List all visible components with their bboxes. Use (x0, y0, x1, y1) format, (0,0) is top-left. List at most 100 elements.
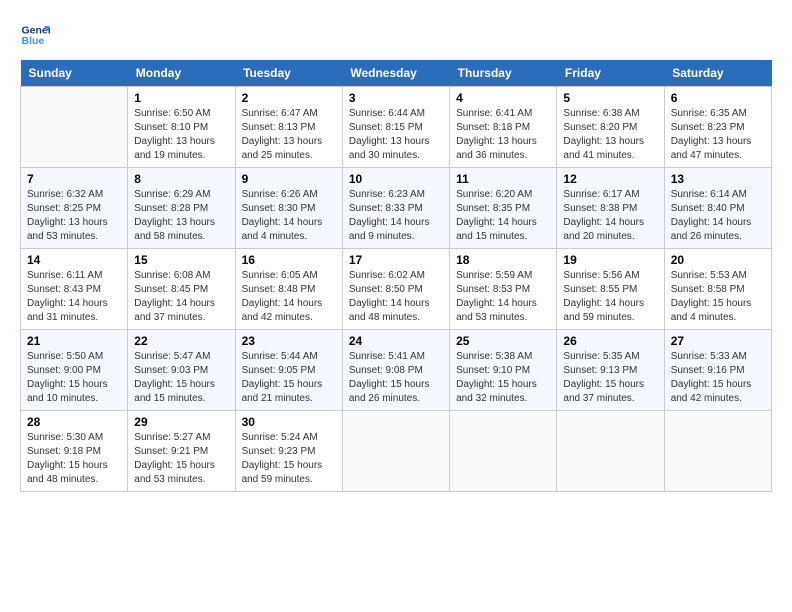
calendar-cell: 14 Sunrise: 6:11 AM Sunset: 8:43 PM Dayli… (21, 249, 128, 330)
day-number: 25 (456, 334, 550, 348)
day-number: 19 (563, 253, 657, 267)
calendar-cell: 15 Sunrise: 6:08 AM Sunset: 8:45 PM Dayli… (128, 249, 235, 330)
calendar-cell: 25 Sunrise: 5:38 AM Sunset: 9:10 PM Dayli… (450, 330, 557, 411)
day-info: Sunrise: 6:44 AM Sunset: 8:15 PM Dayligh… (349, 107, 443, 163)
day-number: 5 (563, 91, 657, 105)
calendar-cell: 28 Sunrise: 5:30 AM Sunset: 9:18 PM Dayli… (21, 411, 128, 492)
day-header-monday: Monday (128, 60, 235, 87)
day-header-tuesday: Tuesday (235, 60, 342, 87)
day-info: Sunrise: 5:33 AM Sunset: 9:16 PM Dayligh… (671, 350, 765, 406)
day-info: Sunrise: 5:35 AM Sunset: 9:13 PM Dayligh… (563, 350, 657, 406)
calendar-cell: 13 Sunrise: 6:14 AM Sunset: 8:40 PM Dayli… (664, 168, 771, 249)
calendar-cell: 21Sunrise: 5:50 AM Sunset: 9:00 PM Dayli… (21, 330, 128, 411)
day-header-sunday: Sunday (21, 60, 128, 87)
calendar-cell: 1 Sunrise: 6:50 AM Sunset: 8:10 PM Daylig… (128, 87, 235, 168)
day-info: Sunrise: 6:23 AM Sunset: 8:33 PM Dayligh… (349, 188, 443, 244)
day-info: Sunrise: 6:29 AM Sunset: 8:28 PM Dayligh… (134, 188, 228, 244)
day-number: 10 (349, 172, 443, 186)
day-number: 26 (563, 334, 657, 348)
calendar-cell (342, 411, 449, 492)
day-number: 1 (134, 91, 228, 105)
day-info: Sunrise: 5:59 AM Sunset: 8:53 PM Dayligh… (456, 269, 550, 325)
day-number: 9 (242, 172, 336, 186)
day-info: Sunrise: 6:35 AM Sunset: 8:23 PM Dayligh… (671, 107, 765, 163)
day-number: 18 (456, 253, 550, 267)
day-number: 15 (134, 253, 228, 267)
calendar-cell (21, 87, 128, 168)
day-number: 8 (134, 172, 228, 186)
calendar-cell: 30 Sunrise: 5:24 AM Sunset: 9:23 PM Dayli… (235, 411, 342, 492)
calendar-cell: 12 Sunrise: 6:17 AM Sunset: 8:38 PM Dayli… (557, 168, 664, 249)
calendar-cell: 4 Sunrise: 6:41 AM Sunset: 8:18 PM Daylig… (450, 87, 557, 168)
day-info: Sunrise: 5:27 AM Sunset: 9:21 PM Dayligh… (134, 431, 228, 487)
day-info: Sunrise: 6:02 AM Sunset: 8:50 PM Dayligh… (349, 269, 443, 325)
day-number: 24 (349, 334, 443, 348)
week-row-0: 1 Sunrise: 6:50 AM Sunset: 8:10 PM Daylig… (21, 87, 772, 168)
day-number: 30 (242, 415, 336, 429)
day-header-friday: Friday (557, 60, 664, 87)
calendar-cell: 23 Sunrise: 5:44 AM Sunset: 9:05 PM Dayli… (235, 330, 342, 411)
day-info: Sunrise: 6:47 AM Sunset: 8:13 PM Dayligh… (242, 107, 336, 163)
day-info: Sunrise: 6:14 AM Sunset: 8:40 PM Dayligh… (671, 188, 765, 244)
day-info: Sunrise: 6:11 AM Sunset: 8:43 PM Dayligh… (27, 269, 121, 325)
calendar-cell (450, 411, 557, 492)
calendar-cell: 2 Sunrise: 6:47 AM Sunset: 8:13 PM Daylig… (235, 87, 342, 168)
week-row-4: 28 Sunrise: 5:30 AM Sunset: 9:18 PM Dayli… (21, 411, 772, 492)
calendar-cell: 18 Sunrise: 5:59 AM Sunset: 8:53 PM Dayli… (450, 249, 557, 330)
week-row-3: 21Sunrise: 5:50 AM Sunset: 9:00 PM Dayli… (21, 330, 772, 411)
day-info: Sunrise: 5:47 AM Sunset: 9:03 PM Dayligh… (134, 350, 228, 406)
day-info: Sunrise: 5:50 AM Sunset: 9:00 PM Dayligh… (27, 350, 121, 406)
day-info: Sunrise: 5:30 AM Sunset: 9:18 PM Dayligh… (27, 431, 121, 487)
calendar-cell: 20 Sunrise: 5:53 AM Sunset: 8:58 PM Dayli… (664, 249, 771, 330)
svg-text:Blue: Blue (22, 35, 45, 47)
calendar-cell: 9Sunrise: 6:26 AM Sunset: 8:30 PM Daylig… (235, 168, 342, 249)
calendar-cell: 29 Sunrise: 5:27 AM Sunset: 9:21 PM Dayli… (128, 411, 235, 492)
day-number: 4 (456, 91, 550, 105)
logo: General Blue (20, 20, 54, 50)
day-number: 29 (134, 415, 228, 429)
day-number: 3 (349, 91, 443, 105)
day-info: Sunrise: 5:56 AM Sunset: 8:55 PM Dayligh… (563, 269, 657, 325)
day-number: 13 (671, 172, 765, 186)
day-number: 14 (27, 253, 121, 267)
header-row: SundayMondayTuesdayWednesdayThursdayFrid… (21, 60, 772, 87)
day-info: Sunrise: 5:24 AM Sunset: 9:23 PM Dayligh… (242, 431, 336, 487)
day-number: 6 (671, 91, 765, 105)
day-info: Sunrise: 6:08 AM Sunset: 8:45 PM Dayligh… (134, 269, 228, 325)
day-number: 12 (563, 172, 657, 186)
day-number: 20 (671, 253, 765, 267)
calendar-cell: 24Sunrise: 5:41 AM Sunset: 9:08 PM Dayli… (342, 330, 449, 411)
day-number: 17 (349, 253, 443, 267)
calendar-cell: 22 Sunrise: 5:47 AM Sunset: 9:03 PM Dayli… (128, 330, 235, 411)
day-info: Sunrise: 5:53 AM Sunset: 8:58 PM Dayligh… (671, 269, 765, 325)
day-info: Sunrise: 6:32 AM Sunset: 8:25 PM Dayligh… (27, 188, 121, 244)
calendar-cell: 19 Sunrise: 5:56 AM Sunset: 8:55 PM Dayli… (557, 249, 664, 330)
day-info: Sunrise: 6:38 AM Sunset: 8:20 PM Dayligh… (563, 107, 657, 163)
day-info: Sunrise: 6:05 AM Sunset: 8:48 PM Dayligh… (242, 269, 336, 325)
day-info: Sunrise: 5:38 AM Sunset: 9:10 PM Dayligh… (456, 350, 550, 406)
calendar-cell: 27 Sunrise: 5:33 AM Sunset: 9:16 PM Dayli… (664, 330, 771, 411)
calendar-cell: 5 Sunrise: 6:38 AM Sunset: 8:20 PM Daylig… (557, 87, 664, 168)
calendar-cell: 3 Sunrise: 6:44 AM Sunset: 8:15 PM Daylig… (342, 87, 449, 168)
day-number: 28 (27, 415, 121, 429)
day-info: Sunrise: 5:44 AM Sunset: 9:05 PM Dayligh… (242, 350, 336, 406)
day-number: 23 (242, 334, 336, 348)
day-header-thursday: Thursday (450, 60, 557, 87)
calendar-cell: 16 Sunrise: 6:05 AM Sunset: 8:48 PM Dayli… (235, 249, 342, 330)
calendar-cell: 8 Sunrise: 6:29 AM Sunset: 8:28 PM Daylig… (128, 168, 235, 249)
day-number: 2 (242, 91, 336, 105)
calendar-cell (557, 411, 664, 492)
day-header-saturday: Saturday (664, 60, 771, 87)
calendar-cell: 10 Sunrise: 6:23 AM Sunset: 8:33 PM Dayli… (342, 168, 449, 249)
calendar-cell: 17 Sunrise: 6:02 AM Sunset: 8:50 PM Dayli… (342, 249, 449, 330)
day-info: Sunrise: 6:50 AM Sunset: 8:10 PM Dayligh… (134, 107, 228, 163)
day-number: 27 (671, 334, 765, 348)
day-info: Sunrise: 6:41 AM Sunset: 8:18 PM Dayligh… (456, 107, 550, 163)
day-number: 22 (134, 334, 228, 348)
day-info: Sunrise: 6:20 AM Sunset: 8:35 PM Dayligh… (456, 188, 550, 244)
day-number: 16 (242, 253, 336, 267)
day-info: Sunrise: 6:17 AM Sunset: 8:38 PM Dayligh… (563, 188, 657, 244)
calendar-cell: 11Sunrise: 6:20 AM Sunset: 8:35 PM Dayli… (450, 168, 557, 249)
calendar-cell: 7Sunrise: 6:32 AM Sunset: 8:25 PM Daylig… (21, 168, 128, 249)
week-row-2: 14 Sunrise: 6:11 AM Sunset: 8:43 PM Dayli… (21, 249, 772, 330)
